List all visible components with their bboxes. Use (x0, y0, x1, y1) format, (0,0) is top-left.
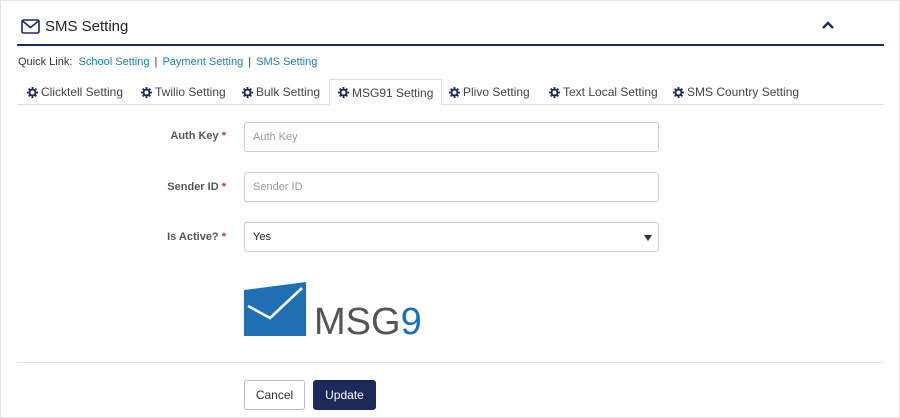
gear-icon (449, 86, 460, 98)
tab-label: SMS Country Setting (687, 85, 800, 99)
tab-twilio-setting[interactable]: Twilio Setting (141, 79, 226, 105)
tab-text-local-setting[interactable]: Text Local Setting (549, 79, 658, 105)
caret-down-icon (644, 235, 652, 241)
tab-label: MSG91 Setting (352, 85, 434, 100)
form-divider (17, 362, 884, 363)
tab-label: Plivo Setting (463, 85, 530, 99)
sender-id-input[interactable] (244, 172, 659, 202)
tab-label: Bulk Setting (256, 85, 321, 99)
quick-link-payment-setting[interactable]: Payment Setting (162, 56, 243, 68)
is-active-select[interactable]: Yes (244, 222, 659, 252)
panel-header: SMS Setting (17, 11, 884, 46)
quick-links-label: Quick Link: (18, 56, 73, 68)
msg91-logo-text: MSG91 (314, 301, 424, 340)
auth-key-input[interactable] (244, 122, 659, 152)
required-marker: * (221, 181, 226, 193)
sender-id-label-text: Sender ID (167, 181, 219, 193)
gear-icon (242, 86, 253, 98)
required-marker: * (221, 231, 226, 243)
tab-sms-country-setting[interactable]: SMS Country Setting (673, 79, 799, 105)
envelope-icon (21, 19, 40, 34)
quick-links: Quick Link: School Setting | Payment Set… (18, 56, 317, 68)
gear-icon (27, 86, 38, 98)
quick-link-separator: | (248, 56, 252, 68)
panel-title-wrap: SMS Setting (21, 18, 128, 35)
tab-label: Twilio Setting (155, 85, 226, 99)
sender-id-label: Sender ID * (106, 181, 226, 193)
auth-key-label-text: Auth Key (170, 130, 219, 142)
chevron-up-icon[interactable] (820, 17, 836, 33)
tab-msg91-setting[interactable]: MSG91 Setting (329, 79, 443, 106)
update-button[interactable]: Update (313, 380, 376, 410)
quick-link-separator: | (154, 56, 158, 68)
gear-icon (141, 86, 152, 98)
tab-clicktell-setting[interactable]: Clicktell Setting (27, 79, 123, 105)
cancel-button[interactable]: Cancel (244, 380, 305, 410)
quick-link-sms-setting[interactable]: SMS Setting (256, 56, 317, 68)
quick-link-school-setting[interactable]: School Setting (79, 56, 150, 68)
tab-label: Text Local Setting (563, 85, 658, 99)
sms-setting-panel: SMS Setting Quick Link: School Setting |… (0, 0, 900, 418)
tab-label: Clicktell Setting (41, 85, 124, 99)
is-active-selected-value: Yes (253, 231, 271, 243)
msg91-logo: MSG91 (244, 282, 443, 343)
gear-icon (673, 86, 684, 98)
is-active-label-text: Is Active? (167, 231, 219, 243)
auth-key-label: Auth Key * (106, 130, 226, 142)
gear-icon (549, 86, 560, 98)
msg91-logo-mark: MSG91 (244, 282, 443, 343)
tab-plivo-setting[interactable]: Plivo Setting (449, 79, 530, 105)
required-marker: * (221, 130, 226, 142)
gear-icon (338, 87, 349, 98)
is-active-label: Is Active? * (106, 231, 226, 243)
page-title: SMS Setting (45, 18, 129, 35)
settings-tabs: Clicktell Setting Twilio Setting Bulk Se… (17, 79, 884, 106)
tab-bulk-setting[interactable]: Bulk Setting (242, 79, 320, 105)
